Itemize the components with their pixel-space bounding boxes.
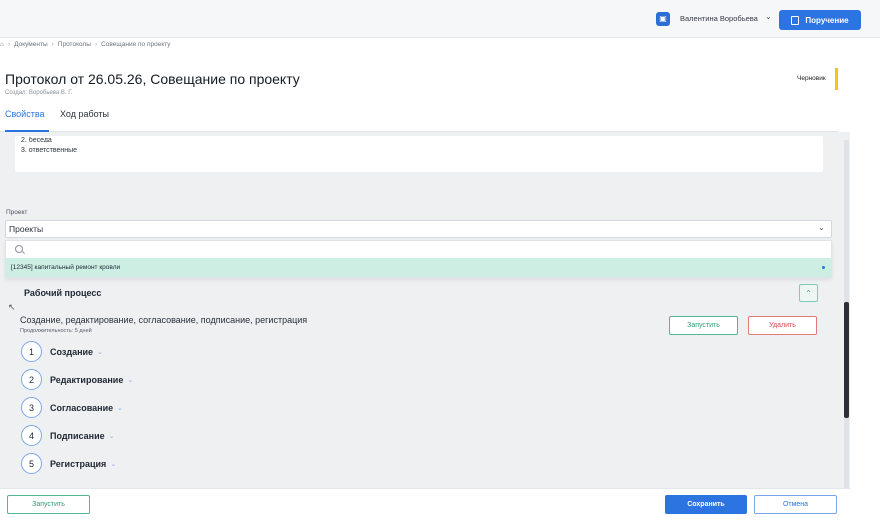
selected-dot-icon [822, 266, 825, 269]
step-label: Редактирование [50, 374, 124, 385]
status-badge: Черновик [797, 75, 826, 82]
project-select-value: Проекты [9, 224, 44, 234]
workflow-step[interactable]: 5 Регистрация ⌄ [21, 453, 116, 474]
page-title: Протокол от 26.05.26, Совещание по проек… [5, 71, 300, 87]
chevron-down-icon[interactable]: ⌄ [765, 12, 772, 21]
delete-workflow-button[interactable]: Удалить [748, 316, 817, 335]
tab-bar: Свойства Ход работы [0, 108, 838, 132]
description-line: 2. беседа [21, 137, 52, 142]
workflow-duration: Продолжительность: 5 дней [20, 328, 92, 334]
breadcrumb-item[interactable]: Документы [14, 41, 48, 48]
chevron-down-icon[interactable]: ⌄ [127, 376, 133, 384]
dropdown-option-label: [12345] капитальный ремонт кровли [11, 264, 121, 271]
description-field[interactable] [15, 136, 823, 172]
step-number: 1 [21, 341, 42, 362]
save-button[interactable]: Сохранить [665, 495, 747, 514]
user-name[interactable]: Валентина Воробьева [680, 14, 758, 23]
chevron-down-icon[interactable]: ⌄ [109, 432, 115, 440]
workflow-title: Рабочий процесс [24, 288, 102, 298]
tab-progress[interactable]: Ход работы [60, 108, 109, 120]
mouse-cursor-icon: ↖ [8, 302, 16, 312]
chevron-up-icon[interactable]: ⌃ [799, 284, 818, 302]
chat-icon[interactable]: ▣ [656, 12, 670, 26]
workflow-step[interactable]: 1 Создание ⌄ [21, 341, 103, 362]
breadcrumb-item[interactable]: Протоколы [58, 41, 91, 48]
step-label: Создание [50, 346, 94, 357]
active-tab-indicator [5, 130, 49, 132]
tab-properties[interactable]: Свойства [5, 108, 45, 120]
assign-button[interactable]: Поручение [779, 10, 861, 30]
status-indicator [835, 68, 838, 90]
run-workflow-button[interactable]: Запустить [669, 316, 738, 335]
step-label: Подписание [50, 430, 105, 441]
workflow-step[interactable]: 4 Подписание ⌄ [21, 425, 115, 446]
chevron-down-icon[interactable]: ⌄ [117, 404, 123, 412]
breadcrumb-separator-icon: › [7, 41, 11, 48]
clipboard-icon [791, 15, 800, 25]
step-number: 5 [21, 453, 42, 474]
workflow-step[interactable]: 3 Согласование ⌄ [21, 397, 123, 418]
breadcrumb-separator-icon: › [51, 41, 54, 48]
assign-button-label: Поручение [805, 15, 849, 25]
step-label: Согласование [50, 402, 114, 413]
dropdown-option[interactable] [6, 258, 831, 277]
workflow-stages: Создание, редактирование, согласование, … [20, 315, 308, 325]
chevron-down-icon[interactable]: ⌄ [110, 460, 116, 468]
step-number: 4 [21, 425, 42, 446]
breadcrumb: ⌂ › Документы › Протоколы › Совещание по… [0, 41, 171, 48]
run-button[interactable]: Запустить [7, 495, 90, 514]
search-icon[interactable] [15, 245, 23, 253]
step-number: 2 [21, 369, 42, 390]
cancel-button[interactable]: Отмена [754, 495, 837, 514]
step-label: Регистрация [50, 458, 107, 469]
scrollbar-thumb[interactable] [844, 302, 849, 418]
chevron-down-icon[interactable]: ⌄ [97, 348, 103, 356]
chevron-down-icon[interactable]: ⌄ [818, 223, 825, 232]
project-label: Проект [6, 209, 28, 216]
breadcrumb-item: Совещание по проекту [101, 41, 171, 48]
step-number: 3 [21, 397, 42, 418]
description-line: 3. ответственные [21, 147, 78, 154]
breadcrumb-separator-icon: › [94, 41, 98, 48]
home-icon[interactable]: ⌂ [0, 41, 4, 48]
created-by: Создал: Воробьева В. Г. [5, 90, 73, 96]
project-select[interactable] [5, 220, 832, 238]
workflow-step[interactable]: 2 Редактирование ⌄ [21, 369, 133, 390]
